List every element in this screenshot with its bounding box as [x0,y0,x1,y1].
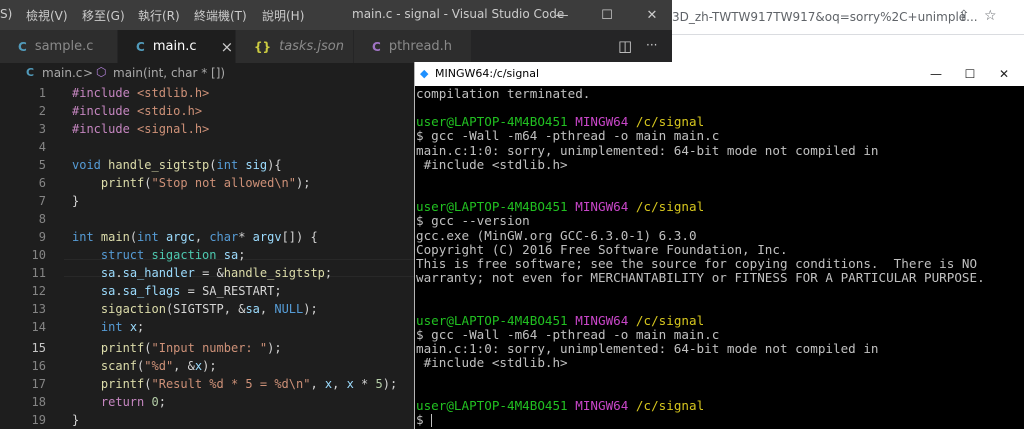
tab-sample-c[interactable]: C sample.c [0,30,118,63]
code-line: sigaction(SIGTSTP, &sa, NULL); [100,302,318,316]
terminal-output-line: main.c:1:0: sorry, unimplemented: 64-bit… [416,341,879,356]
terminal-title-bar: ◆ MINGW64:/c/signal — ☐ ✕ [415,62,1024,86]
header-file-icon: C [372,39,381,54]
terminal-window[interactable]: ◆ MINGW64:/c/signal — ☐ ✕ compilation te… [414,62,1024,429]
terminal-cursor [431,414,433,427]
line-number: 15 [31,341,46,355]
terminal-prompt: user@LAPTOP-4M4BO451 MINGW64 /c/signal [416,199,705,214]
line-number: 12 [31,284,46,298]
terminal-command-line: $ gcc --version [416,213,530,228]
code-line: int x; [100,320,145,334]
terminal-output-line: compilation terminated. [416,86,591,101]
terminal-command-line: $ gcc -Wall -m64 -pthread -o main main.c [416,128,720,143]
terminal-output-line: main.c:1:0: sorry, unimplemented: 64-bit… [416,143,879,158]
line-number: 2 [38,104,46,118]
line-number: 9 [38,230,46,244]
json-file-icon: {} [254,39,272,54]
menu-terminal[interactable]: 終端機(T) [194,7,247,24]
c-file-icon: C [18,39,27,54]
tab-label: main.c [152,39,197,54]
vscode-tab-bar: C sample.c C main.c × {} tasks.json C pt… [0,30,672,63]
line-number: 13 [31,302,46,316]
terminal-maximize-button[interactable]: ☐ [953,62,987,86]
code-line: #include <signal.h> [72,122,210,136]
terminal-output-line: gcc.exe (MinGW.org GCC-6.3.0-1) 6.3.0 [416,228,697,243]
close-icon[interactable]: × [221,38,234,56]
line-number: 3 [38,122,46,136]
terminal-prompt: user@LAPTOP-4M4BO451 MINGW64 /c/signal [416,398,705,413]
terminal-scrollbar[interactable] [1011,86,1024,429]
terminal-minimize-button[interactable]: — [919,62,953,86]
line-number: 11 [31,266,46,280]
vscode-close-button[interactable]: ✕ [632,0,672,30]
line-number: 6 [38,176,46,190]
code-line: printf("Result %d * 5 = %d\n", x, x * 5)… [100,377,398,391]
line-number: 18 [31,395,46,409]
cube-icon: ⬡ [96,65,107,79]
vscode-maximize-button[interactable]: ☐ [587,0,627,30]
vscode-title-bar: S) 檢視(V) 移至(G) 執行(R) 終端機(T) 說明(H) main.c… [0,0,672,30]
code-line: sa.sa_handler = &handle_sigtstp; [100,266,333,280]
share-icon[interactable]: ⇪ [958,8,970,24]
terminal-output-line: This is free software; see the source fo… [416,256,978,271]
code-line: return 0; [100,395,166,409]
line-number: 1 [38,86,46,100]
tab-label: pthread.h [388,39,453,54]
mingw-icon: ◆ [420,67,429,80]
code-line: void handle_sigtstp(int sig){ [72,158,282,172]
code-line: } [72,413,80,427]
line-number: 10 [31,248,46,262]
terminal-prompt: user@LAPTOP-4M4BO451 MINGW64 /c/signal [416,313,705,328]
code-line: int main(int argc, char* argv[]) { [72,230,318,244]
terminal-output-line: #include <stdlib.h> [416,157,568,172]
line-number: 7 [38,194,46,208]
code-line: printf("Input number: "); [100,341,282,355]
browser-content-strip [672,35,1024,62]
split-editor-icon[interactable]: ◫ [618,37,632,55]
code-line: #include <stdlib.h> [72,86,210,100]
terminal-output-line: warranty; not even for MERCHANTABILITY o… [416,270,985,285]
vscode-window-title: main.c - signal - Visual Studio Code [352,7,565,21]
terminal-input-line[interactable]: $ [416,412,433,427]
terminal-prompt: user@LAPTOP-4M4BO451 MINGW64 /c/signal [416,114,705,129]
tab-pthread-h[interactable]: C pthread.h [354,30,472,63]
terminal-close-button[interactable]: ✕ [987,62,1021,86]
line-number: 17 [31,377,46,391]
star-icon[interactable]: ☆ [984,8,997,24]
terminal-output-line: #include <stdlib.h> [416,355,568,370]
code-line: sa.sa_flags = SA_RESTART; [100,284,282,298]
breadcrumb-separator: > [83,66,94,80]
code-line: #include <stdio.h> [72,104,203,118]
menu-view[interactable]: 檢視(V) [26,7,68,24]
menu-run[interactable]: 執行(R) [138,7,180,24]
browser-address-bar: 3D_zh-TWTW917TW917&oq=sorry%2C+unimple..… [672,0,1024,35]
code-line: } [72,194,80,208]
terminal-output-line: Copyright (C) 2016 Free Software Foundat… [416,242,788,257]
menu-go[interactable]: 移至(G) [82,7,125,24]
code-line: printf("Stop not allowed\n"); [100,176,311,190]
breadcrumb-symbol[interactable]: main(int, char * []) [113,66,225,80]
code-line: struct sigaction sa; [100,248,246,262]
browser-url-text[interactable]: 3D_zh-TWTW917TW917&oq=sorry%2C+unimple..… [672,10,978,24]
tab-main-c[interactable]: C main.c × [118,30,236,63]
c-file-icon: C [136,39,145,54]
tab-tasks-json[interactable]: {} tasks.json [236,30,354,63]
line-number: 8 [38,212,46,226]
terminal-command-line: $ gcc -Wall -m64 -pthread -o main main.c [416,327,720,342]
code-line: scanf("%d", &x); [100,359,217,373]
breadcrumb-file[interactable]: main.c [42,66,82,80]
line-number: 19 [31,413,46,427]
vscode-minimize-button[interactable]: — [542,0,582,30]
menu-help[interactable]: 說明(H) [262,7,304,24]
line-number: 5 [38,158,46,172]
c-file-icon: C [26,66,35,79]
line-number: 16 [31,359,46,373]
tab-label: tasks.json [279,39,344,54]
tab-label: sample.c [34,39,94,54]
more-actions-icon[interactable]: ··· [646,38,657,52]
menu-selection[interactable]: S) [0,7,12,21]
line-number: 4 [38,140,46,154]
line-number: 14 [31,320,46,334]
terminal-title: MINGW64:/c/signal [435,67,540,80]
